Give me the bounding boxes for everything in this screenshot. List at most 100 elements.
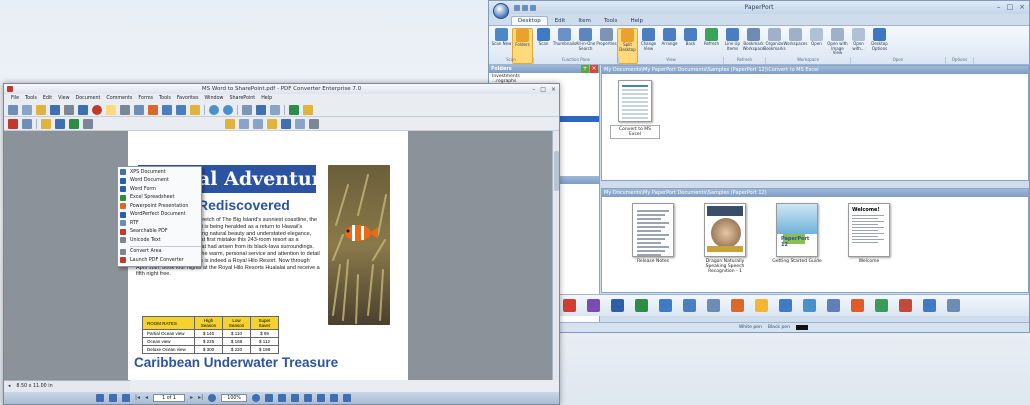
tab-item[interactable]: Item [572,17,597,25]
send-to-app-icon[interactable] [827,299,840,312]
zoom-in-icon[interactable] [252,394,261,402]
document-thumbnail[interactable]: Release Notes [628,203,678,274]
page-number-field[interactable]: 1 of 1 [153,394,186,402]
close-icon[interactable]: × [551,86,556,93]
fit-page-icon[interactable] [265,394,274,402]
attach-icon[interactable] [242,104,252,115]
last-page-icon[interactable]: ▸| [198,394,203,402]
link-icon[interactable] [239,118,249,129]
menu-sharepoint[interactable]: SharePoint [229,96,255,101]
send-to-app-icon[interactable] [947,299,960,312]
crop-icon[interactable] [83,118,93,129]
menu-window[interactable]: Window [205,96,224,101]
note-icon[interactable] [225,118,235,129]
continuous-icon[interactable] [304,394,313,402]
measure-icon[interactable] [309,118,319,129]
forward-icon[interactable] [223,104,233,115]
menu-document[interactable]: Document [76,96,101,101]
menu-view[interactable]: View [58,96,69,101]
vertical-scrollbar[interactable] [552,131,559,380]
excel-icon[interactable] [289,104,299,115]
pdf-icon[interactable] [8,118,18,129]
send-to-app-icon[interactable] [707,299,720,312]
find-icon[interactable] [162,104,172,115]
dropdown-item-searchable-pdf[interactable]: Searchable PDF [118,228,201,237]
send-to-app-icon[interactable] [779,299,792,312]
select-tool-icon[interactable] [96,394,104,402]
menu-file[interactable]: File [11,96,19,101]
dropdown-item-rtf[interactable]: RTF [118,219,201,228]
dropdown-item-word-form[interactable]: Word Form [118,185,201,194]
text-tool-icon[interactable] [41,118,51,129]
dropdown-item-excel-spreadsheet[interactable]: Excel Spreadsheet [118,194,201,203]
send-to-app-icon[interactable] [755,299,768,312]
tab-tools[interactable]: Tools [598,17,624,25]
send-to-app-icon[interactable] [587,299,600,312]
facing-icon[interactable] [317,394,326,402]
menu-tools[interactable]: Tools [25,96,37,101]
pane-expand-icon[interactable]: + [581,65,589,73]
send-to-app-icon[interactable] [875,299,888,312]
zoom-tool-icon[interactable] [122,394,130,402]
document-thumbnail[interactable]: PaperPort 12 Getting Started Guide [772,203,822,274]
highlighter-icon[interactable] [267,118,277,129]
send-to-app-icon[interactable] [851,299,864,312]
create-icon[interactable] [8,104,18,115]
stamp-icon[interactable] [120,104,130,115]
dropdown-item-launch-pdf-converter[interactable]: Launch PDF Converter [118,256,201,265]
menu-favorites[interactable]: Favorites [177,96,199,101]
dropdown-item-wordperfect-document[interactable]: WordPerfect Document [118,211,201,220]
tab-help[interactable]: Help [624,17,649,25]
open-icon[interactable] [36,104,46,115]
tools-icon[interactable] [190,104,200,115]
pen-icon[interactable] [256,104,266,115]
menu-forms[interactable]: Forms [138,96,153,101]
maximize-icon[interactable]: □ [1007,3,1014,11]
send-to-app-icon[interactable] [563,299,576,312]
edit-icon[interactable] [22,104,32,115]
black-pen-swatch[interactable] [795,325,808,330]
fit-width-icon[interactable] [278,394,287,402]
rotate-icon[interactable] [330,394,339,402]
dropdown-item-word-document[interactable]: Word Document [118,177,201,186]
document-thumbnail[interactable]: Dragon Naturally Speaking Speech Recogni… [700,203,750,274]
maximize-icon[interactable]: □ [540,86,546,93]
sharepoint-icon[interactable] [148,104,158,115]
back-icon[interactable] [209,104,219,115]
menu-help[interactable]: Help [261,96,272,101]
minimize-icon[interactable]: – [532,86,535,93]
dropdown-item-convert-area[interactable]: Convert Area [118,248,201,257]
scan-icon[interactable] [134,104,144,115]
callout-icon[interactable] [253,118,263,129]
document-thumbnail[interactable]: Welcome! Welcome [844,203,894,274]
menu-edit[interactable]: Edit [43,96,52,101]
dropdown-item-powerpoint-presentation[interactable]: Powerpoint Presentation [118,202,201,211]
dropdown-item-unicode-text[interactable]: Unicode Text [118,236,201,245]
print-icon[interactable] [64,104,74,115]
line-icon[interactable] [295,118,305,129]
hand-tool-icon[interactable] [109,394,117,402]
pages-icon[interactable] [22,118,32,129]
scroll-thumb[interactable] [554,151,559,191]
send-to-app-icon[interactable] [899,299,912,312]
first-page-icon[interactable]: |◂ [135,394,140,402]
send-to-app-icon[interactable] [683,299,696,312]
email-icon[interactable] [78,104,88,115]
minimize-icon[interactable]: – [997,3,1001,11]
tab-desktop[interactable]: Desktop [511,16,548,25]
menu-tools[interactable]: Tools [159,96,171,101]
full-screen-icon[interactable] [343,394,352,402]
image-icon[interactable] [69,118,79,129]
prev-page-icon[interactable]: ◂ [145,394,148,402]
convert-icon[interactable] [92,104,102,115]
close-icon[interactable]: × [1019,3,1025,11]
tab-edit[interactable]: Edit [549,17,572,25]
menu-comments[interactable]: Comments [106,96,132,101]
chart-icon[interactable] [303,104,313,115]
single-page-icon[interactable] [291,394,300,402]
send-to-app-icon[interactable] [803,299,816,312]
zoom-field[interactable]: 100% [221,394,248,402]
send-to-app-icon[interactable] [659,299,672,312]
send-to-app-icon[interactable] [635,299,648,312]
send-to-app-icon[interactable] [731,299,744,312]
